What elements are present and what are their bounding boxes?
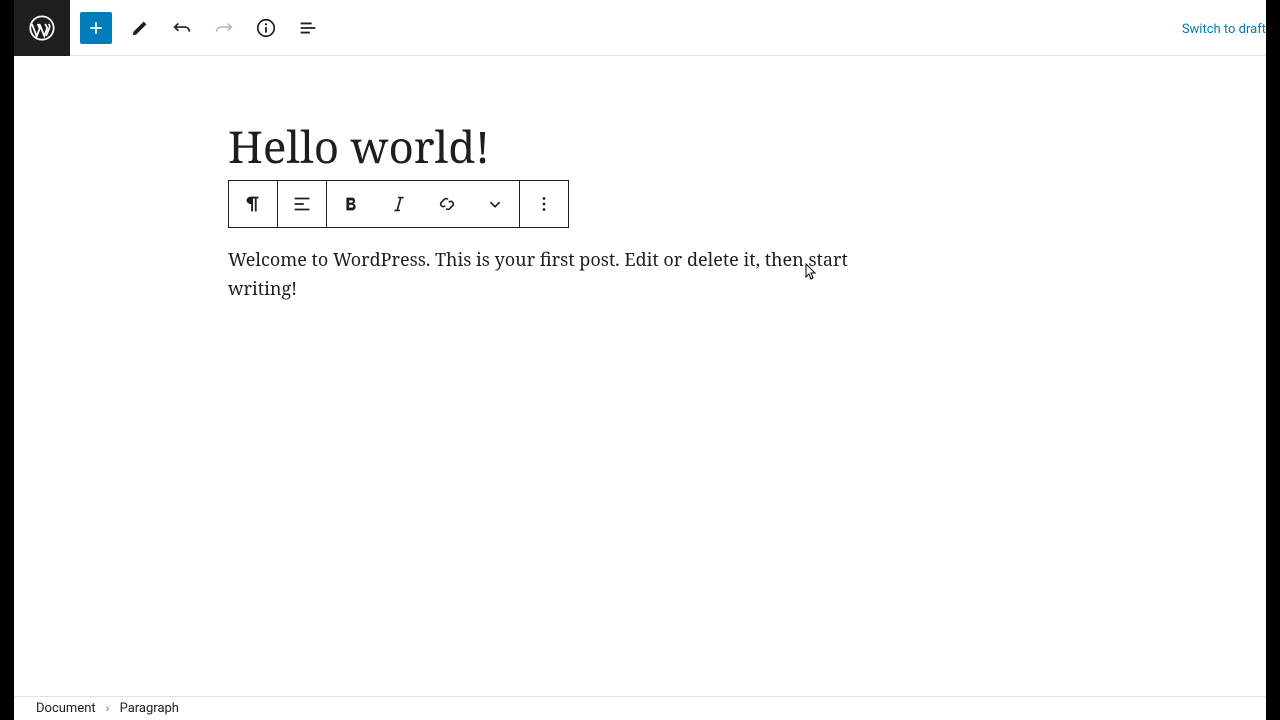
align-left-icon — [291, 193, 313, 215]
bold-icon — [340, 193, 362, 215]
redo-button[interactable] — [206, 10, 242, 46]
more-formatting-button[interactable] — [471, 181, 519, 227]
paragraph-icon — [242, 193, 264, 215]
breadcrumb-block[interactable]: Paragraph — [120, 701, 179, 716]
info-icon — [255, 17, 277, 39]
block-breadcrumb: Document › Paragraph — [14, 696, 1266, 720]
wordpress-icon — [28, 14, 56, 42]
more-options-button[interactable] — [520, 181, 568, 227]
breadcrumb-separator: › — [106, 701, 110, 716]
info-button[interactable] — [248, 10, 284, 46]
add-block-button[interactable] — [80, 12, 112, 44]
plus-icon — [86, 18, 106, 38]
wordpress-logo-button[interactable] — [14, 0, 70, 56]
outline-button[interactable] — [290, 10, 326, 46]
undo-button[interactable] — [164, 10, 200, 46]
breadcrumb-document[interactable]: Document — [36, 701, 96, 716]
block-type-button[interactable] — [229, 181, 277, 227]
toolbar-right: Switch to draft — [1182, 18, 1266, 37]
outline-icon — [297, 17, 319, 39]
chevron-down-icon — [484, 193, 506, 215]
bold-button[interactable] — [327, 181, 375, 227]
dots-vertical-icon — [533, 193, 555, 215]
undo-icon — [171, 17, 193, 39]
redo-icon — [213, 17, 235, 39]
editor-content: Hello world! — [14, 56, 1266, 696]
italic-button[interactable] — [375, 181, 423, 227]
right-border — [1266, 0, 1280, 720]
link-icon — [436, 193, 458, 215]
link-button[interactable] — [423, 181, 471, 227]
block-toolbar — [228, 180, 569, 228]
post-title[interactable]: Hello world! — [228, 116, 1266, 176]
align-button[interactable] — [278, 181, 326, 227]
pencil-icon — [129, 17, 151, 39]
edit-mode-button[interactable] — [122, 10, 158, 46]
left-border — [0, 0, 14, 720]
paragraph-block[interactable]: Welcome to WordPress. This is your first… — [228, 246, 848, 304]
italic-icon — [388, 193, 410, 215]
switch-draft-link[interactable]: Switch to draft — [1182, 22, 1266, 37]
top-toolbar: Switch to draft — [14, 0, 1266, 56]
